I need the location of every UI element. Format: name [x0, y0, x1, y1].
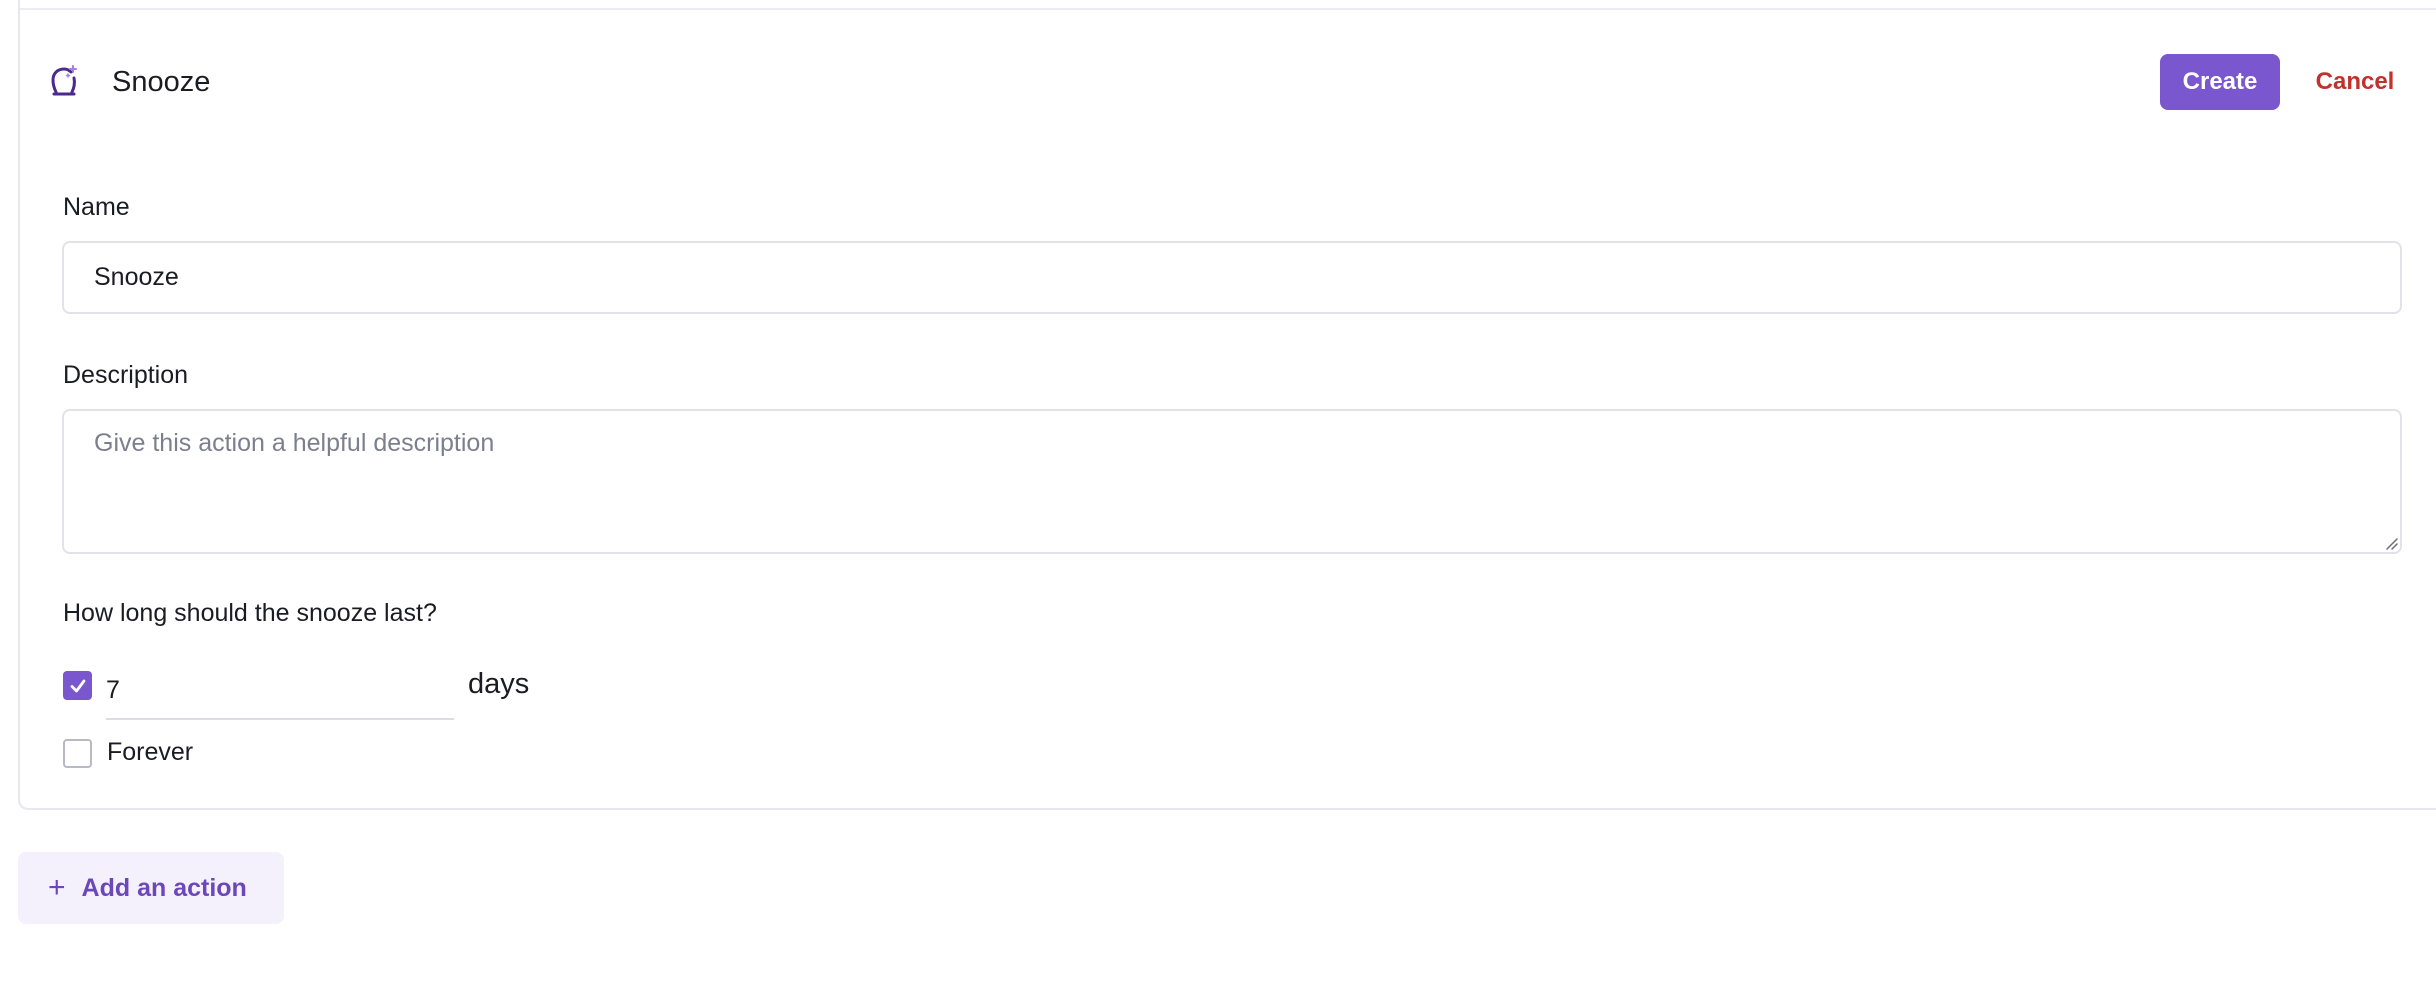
name-label: Name [63, 193, 130, 221]
checkmark-icon [70, 679, 85, 692]
add-action-label: Add an action [81, 873, 247, 902]
forever-label: Forever [107, 738, 194, 766]
cancel-button[interactable]: Cancel [2300, 54, 2410, 110]
duration-checkbox[interactable] [63, 671, 92, 700]
description-label: Description [63, 361, 189, 389]
name-input[interactable] [62, 241, 2402, 314]
duration-question: How long should the snooze last? [63, 599, 437, 627]
resize-handle-icon[interactable] [2384, 536, 2398, 550]
duration-days-input[interactable] [106, 662, 454, 720]
action-title: Snooze [112, 65, 211, 98]
description-textarea[interactable] [62, 409, 2402, 554]
snooze-bell-icon [50, 64, 82, 100]
action-header: Snooze [50, 62, 210, 102]
create-button[interactable]: Create [2160, 54, 2280, 110]
plus-icon: + [48, 871, 66, 904]
add-action-button[interactable]: + Add an action [18, 852, 284, 924]
duration-unit-label: days [468, 668, 530, 700]
forever-checkbox[interactable] [63, 739, 92, 768]
